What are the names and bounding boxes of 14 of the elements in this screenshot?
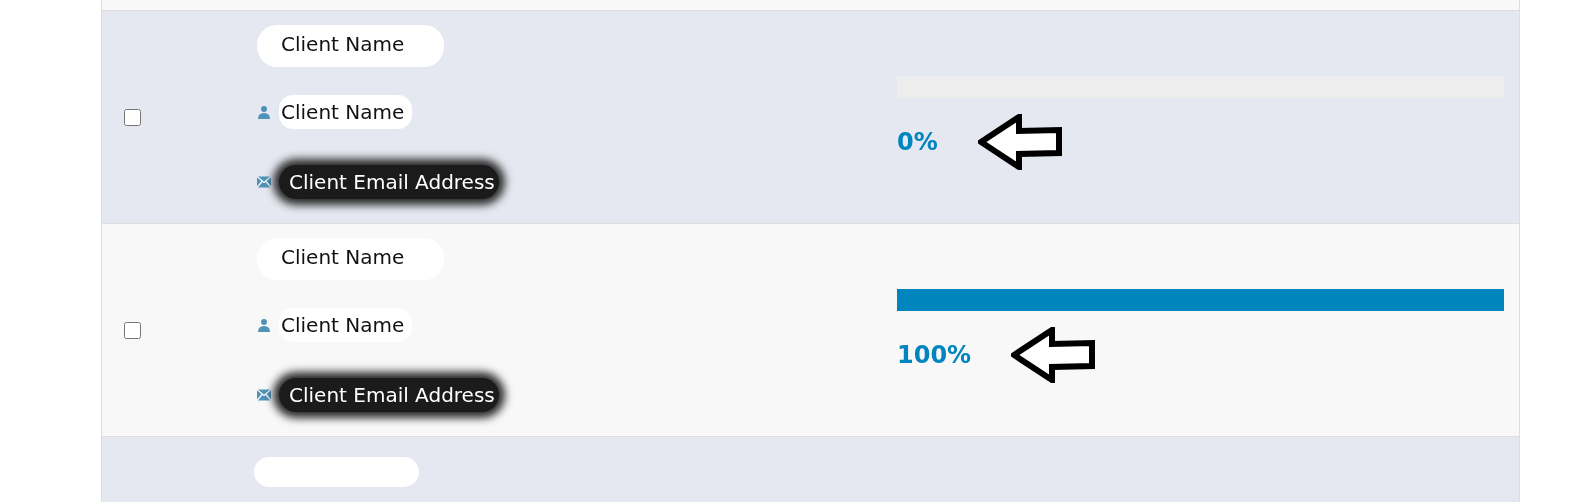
mail-icon <box>257 388 271 402</box>
mail-icon <box>257 175 271 189</box>
row-checkbox[interactable] <box>124 321 141 339</box>
row-checkbox[interactable] <box>124 108 141 126</box>
client-name: Client Name <box>279 95 413 129</box>
client-title: Client Name <box>257 238 445 280</box>
client-name: Client Name <box>279 308 413 342</box>
client-title: Client Name <box>257 25 445 67</box>
person-icon <box>257 318 271 332</box>
progress-percent: 0% <box>897 127 938 158</box>
person-icon <box>257 105 271 119</box>
client-email: Client Email Address <box>279 165 499 199</box>
progress-percent: 100% <box>897 340 972 371</box>
client-email: Client Email Address <box>279 378 499 412</box>
